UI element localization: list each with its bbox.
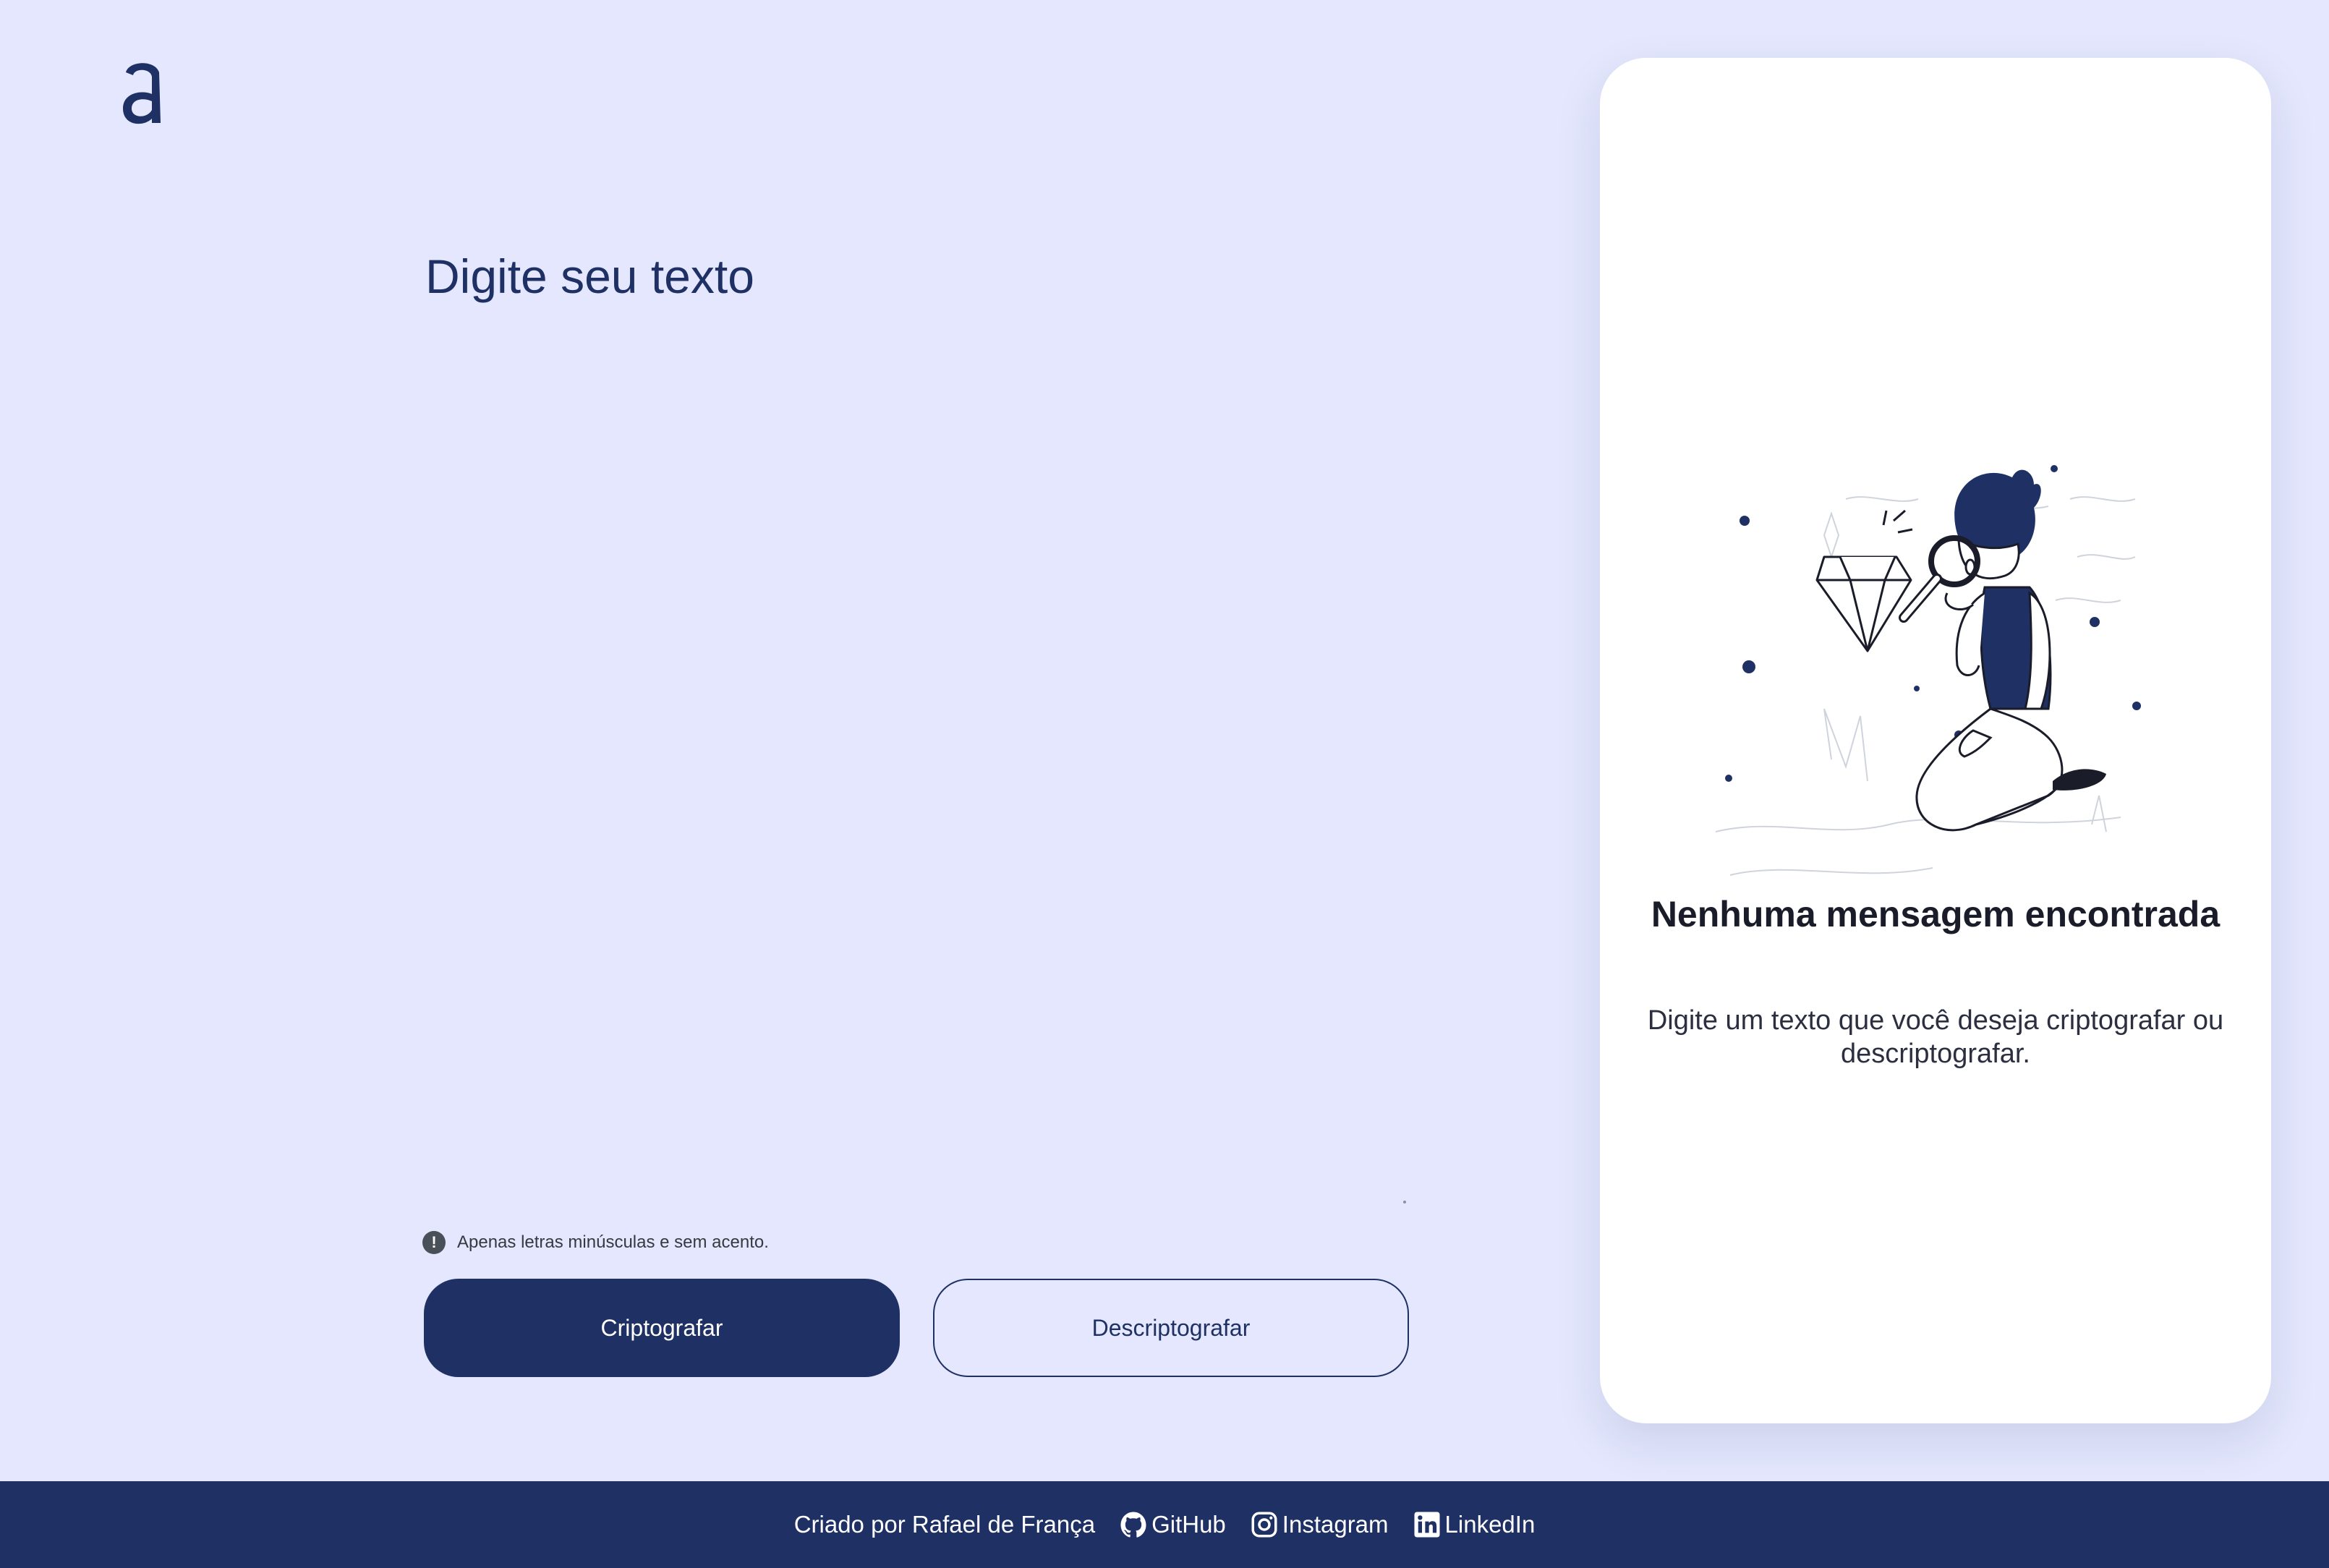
empty-state-description: Digite um texto que você deseja criptogr… [1647, 1005, 2224, 1070]
linkedin-link-label: LinkedIn [1444, 1511, 1536, 1538]
footer: Criado por Rafael de França GitHub Insta… [0, 1481, 2329, 1568]
instagram-icon [1251, 1512, 1277, 1538]
github-link-label: GitHub [1151, 1511, 1226, 1538]
person-with-magnifying-glass-illustration [1715, 465, 2141, 876]
instagram-link[interactable]: Instagram [1249, 1509, 1389, 1540]
linkedin-icon [1414, 1512, 1440, 1538]
decrypt-button[interactable]: Descriptografar [933, 1279, 1409, 1377]
encrypt-button[interactable]: Criptografar [424, 1279, 900, 1377]
instagram-link-label: Instagram [1282, 1511, 1389, 1538]
github-link[interactable]: GitHub [1118, 1509, 1226, 1540]
text-input[interactable] [422, 231, 1410, 1201]
github-icon [1120, 1512, 1146, 1538]
result-panel: Nenhuma mensagem encontrada Digite um te… [1600, 58, 2271, 1423]
resize-handle[interactable] [1403, 1201, 1406, 1203]
hint-text: Apenas letras minúsculas e sem acento. [457, 1232, 769, 1252]
alura-a-logo[interactable] [119, 56, 166, 129]
footer-credit: Criado por Rafael de França [793, 1511, 1096, 1538]
input-hint: ! Apenas letras minúsculas e sem acento. [422, 1231, 769, 1254]
empty-state-title: Nenhuma mensagem encontrada [1651, 894, 2221, 934]
page: ! Apenas letras minúsculas e sem acento.… [0, 0, 2329, 1568]
linkedin-link[interactable]: LinkedIn [1412, 1509, 1536, 1540]
exclamation-icon: ! [422, 1231, 446, 1254]
